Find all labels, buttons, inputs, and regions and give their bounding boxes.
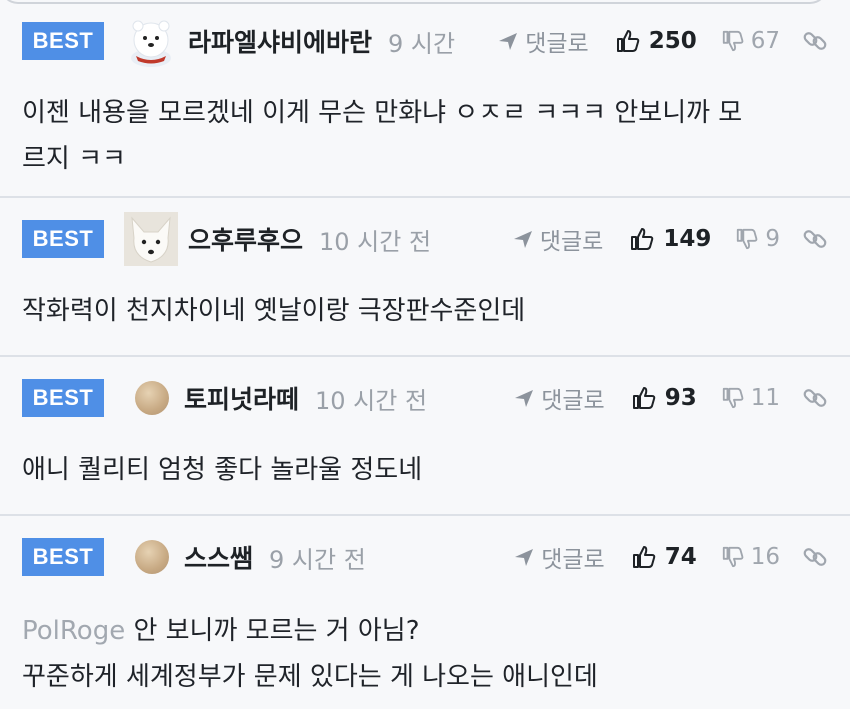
like-button[interactable]: 74	[631, 544, 697, 570]
comment-header: BEST 스스쌤 9 시간 전 댓글로 74 16	[22, 530, 828, 584]
send-arrow-icon	[513, 231, 532, 248]
comment-body: 이젠 내용을 모르겠네 이게 무슨 만화냐 ㅇㅈㄹ ㅋㅋㅋ 안보니까 모 르지 …	[22, 90, 820, 182]
comment-body: 애니 퀄리티 엄청 좋다 놀라울 정도네	[22, 447, 820, 493]
white-fox-avatar[interactable]	[124, 212, 178, 266]
like-button[interactable]: 250	[615, 28, 697, 54]
thumbs-down-icon	[722, 546, 744, 568]
best-badge: BEST	[22, 379, 104, 417]
comment-header: BEST 라파엘샤비에바란 9 시간 댓글로 250 67	[22, 14, 828, 68]
comment-actions: 댓글로 93 11	[513, 371, 828, 425]
link-button[interactable]	[802, 385, 828, 411]
dislike-button[interactable]: 16	[721, 544, 780, 570]
comment-line-text: 안 보니까 모르는 거 아님?	[125, 616, 420, 646]
beige-dot-avatar[interactable]	[132, 530, 172, 584]
link-button[interactable]	[802, 226, 828, 252]
reply-button[interactable]: 댓글로	[513, 381, 605, 415]
comment-line: 작화력이 천지차이네 옛날이랑 극장판수준인데	[22, 296, 526, 326]
dislike-count: 16	[750, 544, 780, 570]
comment-item: BEST 라파엘샤비에바란 9 시간 댓글로 250 67 이젠 내용을 모르겠…	[0, 0, 850, 198]
send-arrow-icon	[515, 549, 534, 566]
thumbs-up-icon	[632, 387, 655, 409]
comment-time: 9 시간	[388, 29, 456, 58]
link-icon	[803, 32, 827, 50]
dislike-count: 9	[765, 226, 780, 252]
best-badge: BEST	[22, 220, 104, 258]
comment-line: 이젠 내용을 모르겠네 이게 무슨 만화냐 ㅇㅈㄹ ㅋㅋㅋ 안보니까 모	[22, 98, 743, 128]
comment-body: PolRoge 안 보니까 모르는 거 아님? 꾸준하게 세계정부가 문제 있다…	[22, 608, 820, 700]
author-nickname[interactable]: 으후루후으	[188, 221, 303, 257]
thumbs-up-icon	[631, 228, 654, 250]
thumbs-up-icon	[616, 30, 639, 52]
comment-item: BEST 토피넛라떼 10 시간 전 댓글로 93 11 애니 퀄리티 엄청 좋…	[0, 357, 850, 516]
send-arrow-icon	[499, 33, 518, 50]
author-nickname[interactable]: 스스쌤	[184, 539, 253, 575]
comment-header: BEST 토피넛라떼 10 시간 전 댓글로 93 11	[22, 371, 828, 425]
dislike-button[interactable]: 11	[721, 385, 780, 411]
comment-time: 9 시간 전	[269, 545, 366, 574]
link-icon	[803, 389, 827, 407]
link-button[interactable]	[802, 544, 828, 570]
comment-actions: 댓글로 149 9	[512, 212, 828, 266]
comment-line: PolRoge 안 보니까 모르는 거 아님?	[22, 608, 820, 654]
author-nickname[interactable]: 라파엘샤비에바란	[188, 23, 372, 59]
like-button[interactable]: 93	[631, 385, 697, 411]
comment-actions: 댓글로 250 67	[497, 14, 828, 68]
send-arrow-icon	[515, 390, 534, 407]
like-count: 93	[664, 385, 697, 411]
polar-bear-avatar[interactable]	[124, 14, 178, 68]
like-count: 149	[663, 226, 712, 252]
beige-dot-avatar[interactable]	[132, 371, 172, 425]
reply-button[interactable]: 댓글로	[513, 540, 605, 574]
comment-actions: 댓글로 74 16	[513, 530, 828, 584]
best-badge: BEST	[22, 538, 104, 576]
link-icon	[803, 230, 827, 248]
comment-header: BEST 으후루후으 10 시간 전 댓글로 149 9	[22, 212, 828, 266]
comment-item: BEST 스스쌤 9 시간 전 댓글로 74 16 PolRoge 안 보니까 …	[0, 516, 850, 709]
like-button[interactable]: 149	[629, 226, 711, 252]
mention-link[interactable]: PolRoge	[22, 616, 125, 646]
comment-line: 애니 퀄리티 엄청 좋다 놀라울 정도네	[22, 455, 423, 485]
reply-button[interactable]: 댓글로	[497, 24, 589, 58]
link-icon	[803, 548, 827, 566]
comment-line: 꾸준하게 세계정부가 문제 있다는 게 나오는 애니인데	[22, 662, 598, 692]
comment-body: 작화력이 천지차이네 옛날이랑 극장판수준인데	[22, 288, 820, 334]
like-count: 250	[648, 28, 697, 54]
thumbs-up-icon	[632, 546, 655, 568]
reply-label: 댓글로	[541, 388, 605, 414]
author-nickname[interactable]: 토피넛라떼	[184, 380, 299, 416]
comment-item: BEST 으후루후으 10 시간 전 댓글로 149 9 작화력이 천지차이네 …	[0, 198, 850, 357]
reply-button[interactable]: 댓글로	[512, 222, 603, 256]
comment-time: 10 시간 전	[315, 386, 428, 415]
dislike-count: 67	[750, 28, 780, 54]
comment-time: 10 시간 전	[319, 227, 432, 256]
thumbs-down-icon	[737, 228, 758, 250]
dislike-button[interactable]: 9	[735, 226, 780, 252]
reply-label: 댓글로	[525, 31, 589, 57]
dislike-button[interactable]: 67	[721, 28, 780, 54]
dislike-count: 11	[750, 385, 780, 411]
thumbs-down-icon	[722, 387, 744, 409]
best-badge: BEST	[22, 22, 104, 60]
like-count: 74	[664, 544, 697, 570]
reply-label: 댓글로	[539, 229, 604, 255]
thumbs-down-icon	[722, 30, 744, 52]
link-button[interactable]	[802, 28, 828, 54]
comment-line: 르지 ㅋㅋ	[22, 144, 126, 174]
reply-label: 댓글로	[541, 547, 605, 573]
